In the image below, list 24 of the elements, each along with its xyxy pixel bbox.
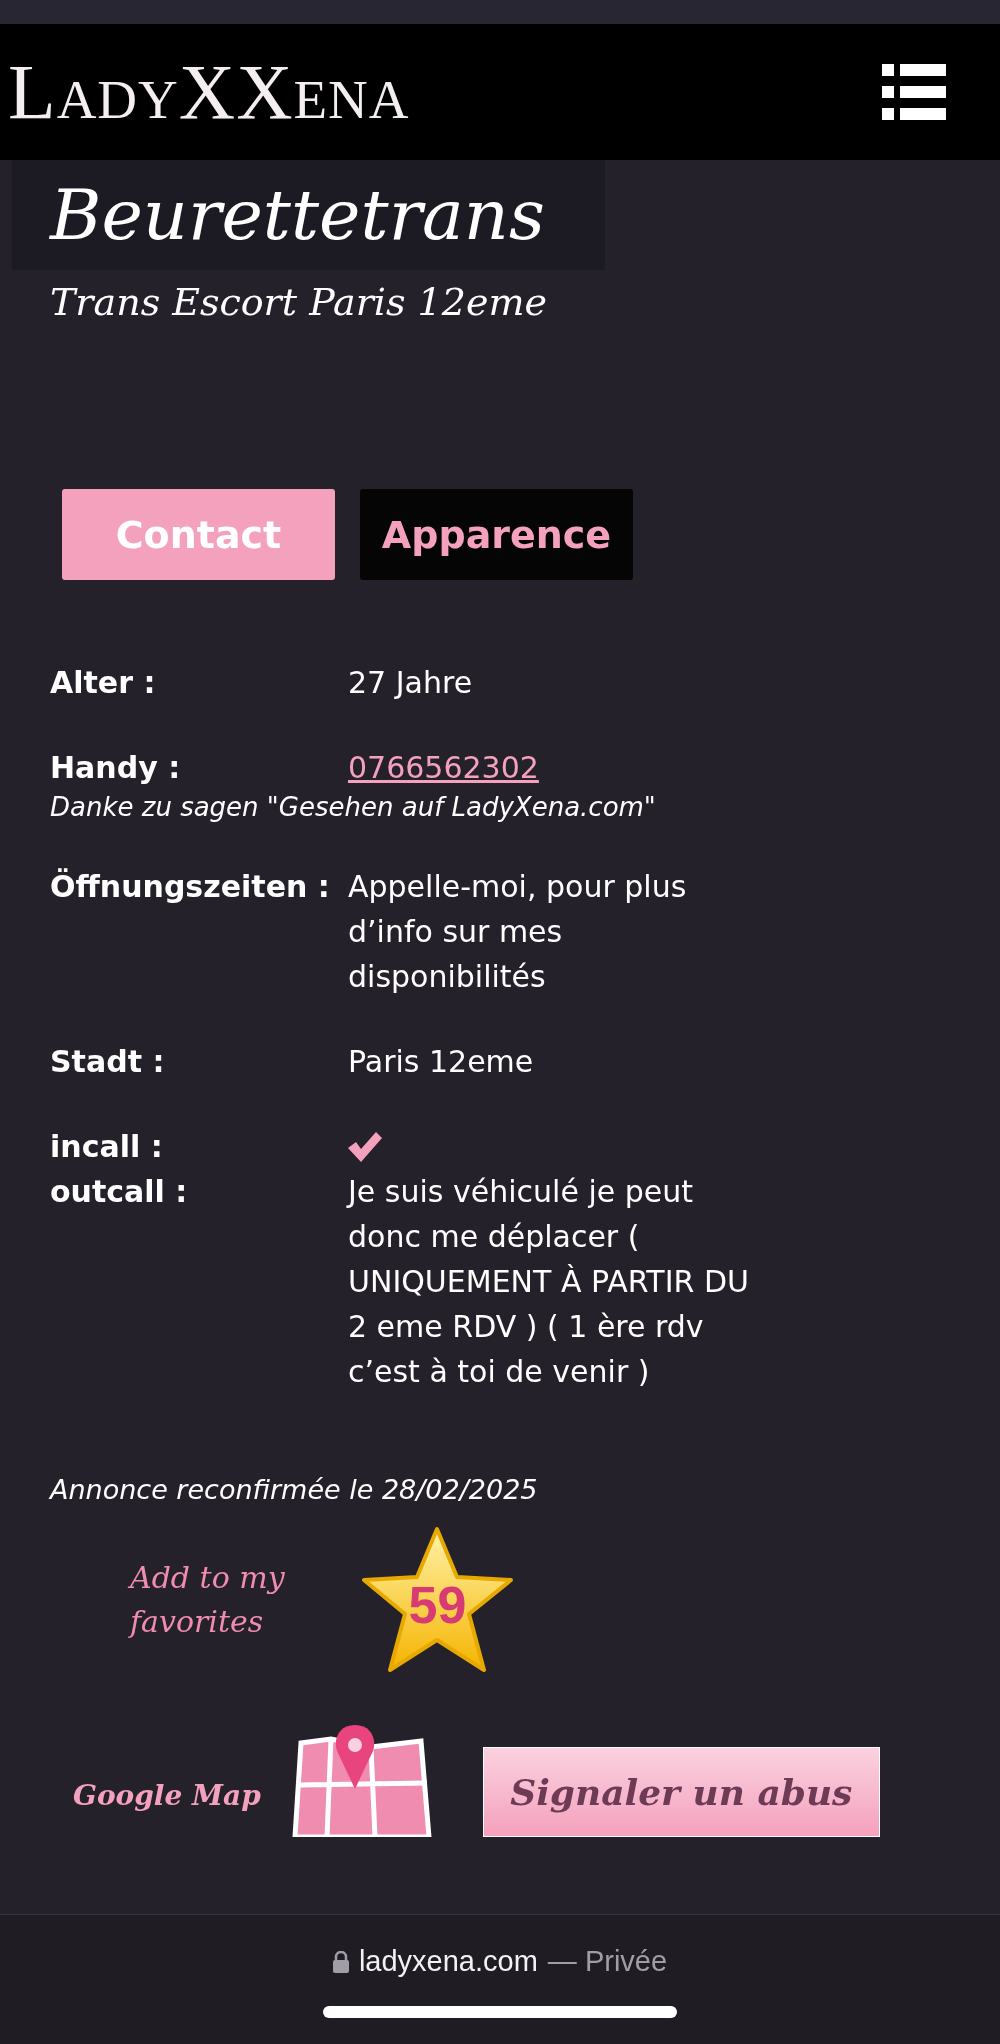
profile-subtitle: Trans Escort Paris 12eme bbox=[50, 280, 548, 324]
star-icon[interactable] bbox=[360, 1525, 515, 1675]
detail-value: Je suis véhiculé je peut donc me déplacer ( UNIQUEMENT À PARTIR DU 2 eme RDV ) ( 1 ère rdv c’est à toi de venir ) bbox=[348, 1173, 750, 1391]
detail-value: Appelle-moi, pour plus d’info sur mes disponibilités bbox=[348, 868, 688, 996]
detail-label: Handy : bbox=[50, 749, 182, 787]
browsing-mode: — Privée bbox=[547, 1945, 668, 1978]
confirmation-date: Annonce reconfirmée le 28/02/2025 bbox=[50, 1474, 539, 1505]
detail-label: Öffnungszeiten : bbox=[50, 867, 331, 906]
phone-note: Danke zu sagen "Gesehen auf LadyXena.com" bbox=[50, 791, 657, 824]
report-abuse-button[interactable]: Signaler un abus bbox=[482, 1747, 880, 1837]
tab[interactable]: Apparence bbox=[360, 489, 633, 580]
phone-link[interactable]: 0766562302 bbox=[348, 745, 539, 790]
detail-value: 27 Jahre bbox=[348, 664, 474, 702]
map-pin-icon[interactable] bbox=[290, 1725, 433, 1837]
map-link[interactable]: Google Map bbox=[73, 1779, 261, 1812]
detail-value: Paris 12eme bbox=[348, 1043, 535, 1081]
detail-label: outcall : bbox=[50, 1173, 189, 1211]
profile-name: Beurettetrans bbox=[50, 174, 545, 256]
detail-label: Stadt : bbox=[50, 1043, 166, 1081]
detail-label: Alter : bbox=[50, 664, 157, 702]
favorites-count: 59 bbox=[408, 1575, 467, 1635]
lock-icon bbox=[332, 1950, 349, 1973]
url-domain[interactable]: ladyxena.com bbox=[358, 1945, 538, 1978]
detail-label: incall : bbox=[50, 1128, 164, 1166]
